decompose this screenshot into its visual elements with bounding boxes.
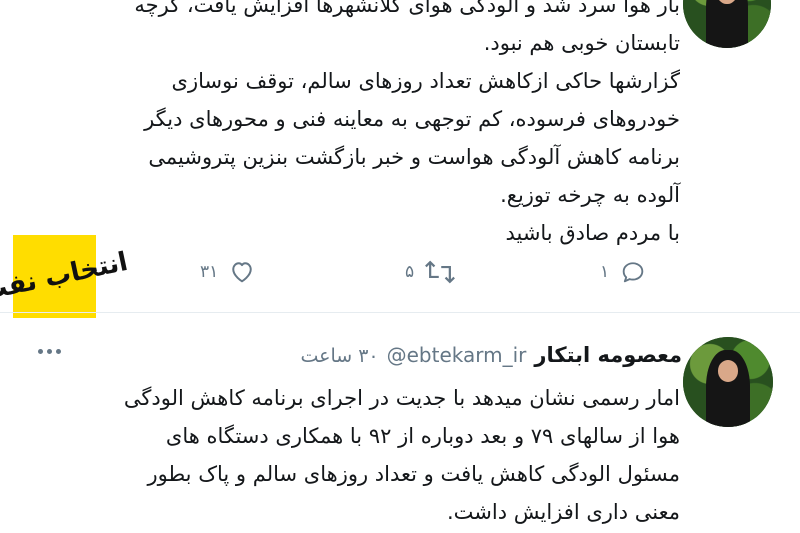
- more-options-icon[interactable]: [38, 349, 61, 354]
- tweet-actions: ۱ ۵ ۳۱: [0, 258, 800, 292]
- author-name[interactable]: معصومه ابتکار: [534, 343, 682, 367]
- avatar-face: [718, 360, 738, 382]
- tweet-header: معصومه ابتکار @ebtekarm_ir ۳۰ ساعت: [300, 343, 682, 367]
- author-handle[interactable]: @ebtekarm_ir: [387, 343, 527, 367]
- tweet-line: بار هوا سرد شد و آلودگی هوای کلانشهرها ا…: [134, 0, 680, 17]
- tweet-line: امار رسمی نشان میدهد با جدیت در اجرای بر…: [123, 386, 680, 410]
- tweet-line: تابستان خوبی هم نبود.: [483, 31, 680, 55]
- like-count: ۳۱: [200, 262, 219, 282]
- reply-icon: [622, 262, 644, 283]
- tweet-line: هوا از سالهای ۷۹ و بعد دوباره از ۹۲ با ه…: [165, 424, 680, 448]
- tweet-line: با مردم صادق باشید: [505, 221, 680, 245]
- avatar[interactable]: [683, 0, 771, 48]
- tweet-line: مسئول الودگی کاهش یافت و تعداد روزهای سا…: [147, 462, 680, 486]
- avatar-figure: [705, 0, 749, 48]
- reply-count: ۱: [600, 262, 610, 282]
- like-button[interactable]: ۳۱: [200, 258, 256, 286]
- tweet-line: برنامه کاهش آلودگی هواست و خبر بازگشت بن…: [148, 145, 680, 169]
- retweet-icon: [425, 260, 456, 284]
- tweet-line: خودروهای فرسوده، کم توجهی به معاینه فنی …: [144, 107, 680, 131]
- tweet-text: بار هوا سرد شد و آلودگی هوای کلانشهرها ا…: [40, 0, 680, 252]
- tweet-line: گزارشها حاکی ازکاهش تعداد روزهای سالم، ت…: [171, 69, 680, 93]
- avatar[interactable]: [683, 337, 773, 427]
- retweet-count: ۵: [405, 262, 415, 282]
- dot: [56, 349, 61, 354]
- tweet-divider: [0, 312, 800, 313]
- dot: [38, 349, 43, 354]
- tweet-line: معنی داری افزایش داشت.: [447, 500, 680, 524]
- dot: [47, 349, 52, 354]
- retweet-button[interactable]: ۵: [405, 258, 456, 286]
- tweet-timestamp[interactable]: ۳۰ ساعت: [300, 345, 378, 367]
- tweet-line: آلوده به چرخه توزیع.: [500, 183, 680, 207]
- reply-button[interactable]: ۱: [600, 258, 647, 286]
- heart-icon: [232, 262, 253, 283]
- tweet-text: امار رسمی نشان میدهد با جدیت در اجرای بر…: [20, 379, 680, 531]
